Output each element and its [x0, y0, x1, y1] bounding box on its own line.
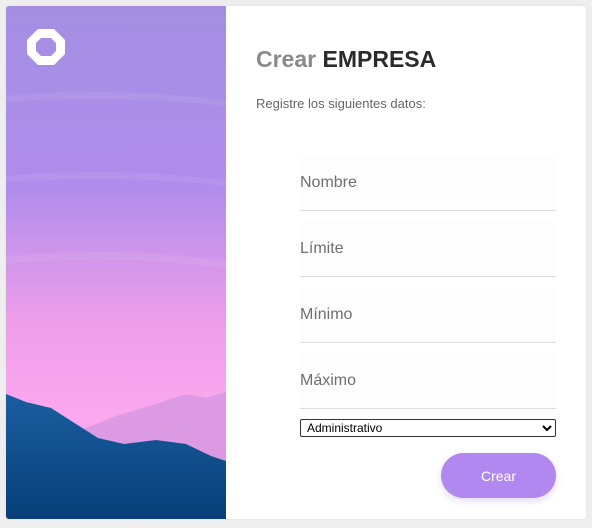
minimo-field — [300, 287, 556, 343]
type-select[interactable]: Administrativo — [300, 419, 556, 437]
limite-input[interactable] — [300, 221, 556, 276]
maximo-field — [300, 353, 556, 409]
form-subtitle: Registre los siguientes datos: — [256, 96, 426, 111]
title-light: Crear — [256, 46, 317, 72]
crear-button[interactable]: Crear — [441, 453, 556, 498]
nombre-field — [300, 155, 556, 211]
page-title: Crear EMPRESA — [256, 46, 436, 73]
register-card: Crear EMPRESA Registre los siguientes da… — [6, 6, 586, 519]
form-panel: Crear EMPRESA Registre los siguientes da… — [226, 6, 586, 519]
octagon-ring-logo-icon — [27, 29, 65, 65]
limite-field — [300, 221, 556, 277]
type-select-wrapper: Administrativo — [300, 419, 556, 437]
title-bold: EMPRESA — [322, 46, 437, 72]
maximo-input[interactable] — [300, 353, 556, 408]
minimo-input[interactable] — [300, 287, 556, 342]
mountain-sunset-image — [6, 6, 226, 519]
nombre-input[interactable] — [300, 155, 556, 210]
hero-image-panel — [6, 6, 226, 519]
